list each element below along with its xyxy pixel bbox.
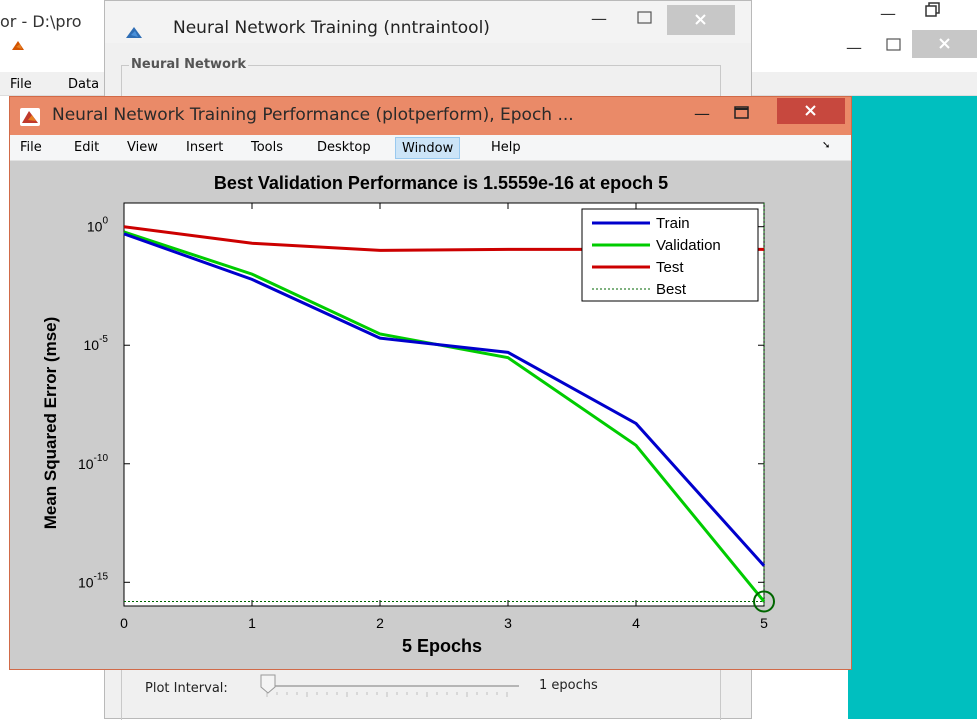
chart-legend: Train Validation Test Best xyxy=(581,208,759,302)
chart-title: Best Validation Performance is 1.5559e-1… xyxy=(214,173,668,193)
y-tick-label: 10-15 xyxy=(78,571,108,590)
x-tick-label: 2 xyxy=(376,615,384,631)
bg-menu-data[interactable]: Data xyxy=(68,77,99,92)
legend-label: Best xyxy=(656,281,687,298)
minimize-icon[interactable]: — xyxy=(694,104,716,128)
matlab-icon xyxy=(125,25,143,41)
bg-minimize-icon[interactable]: — xyxy=(880,4,896,23)
figure-menubar: File Edit View Insert Tools Desktop Wind… xyxy=(10,135,851,161)
menu-insert[interactable]: Insert xyxy=(180,137,229,159)
x-axis-label: 5 Epochs xyxy=(402,636,482,656)
maximize-icon[interactable] xyxy=(734,104,756,128)
bg2-minimize-icon[interactable]: — xyxy=(846,38,862,57)
dock-arrow-icon[interactable]: ➘ xyxy=(822,140,830,151)
maximize-icon[interactable] xyxy=(637,9,659,29)
y-tick-label: 10-10 xyxy=(78,453,108,472)
performance-plot-window: Neural Network Training Performance (plo… xyxy=(9,96,852,670)
y-tick-label: 10-5 xyxy=(84,334,109,353)
bg-restore-icon[interactable] xyxy=(924,2,940,22)
plot-interval-value: 1 epochs xyxy=(539,678,598,693)
neural-network-group-label: Neural Network xyxy=(129,57,249,72)
performance-chart: Best Validation Performance is 1.5559e-1… xyxy=(41,173,775,656)
matlab-figure-icon xyxy=(20,108,40,126)
bg-menu-file[interactable]: File xyxy=(10,77,32,92)
x-tick-label: 0 xyxy=(120,615,128,631)
legend-label: Train xyxy=(656,215,690,232)
bg2-close-button[interactable] xyxy=(912,30,977,58)
matlab-icon xyxy=(10,38,26,54)
close-button[interactable] xyxy=(777,98,845,124)
x-tick-label: 1 xyxy=(248,615,256,631)
desktop-background xyxy=(848,96,977,719)
y-axis-label: Mean Squared Error (mse) xyxy=(41,317,60,530)
menu-edit[interactable]: Edit xyxy=(68,137,105,159)
menu-window[interactable]: Window xyxy=(395,137,461,159)
background-window-title: or - D:\pro xyxy=(0,12,82,31)
x-tick-label: 5 xyxy=(760,615,768,631)
x-tick-label: 4 xyxy=(632,615,640,631)
bg2-maximize-icon[interactable] xyxy=(886,36,902,56)
legend-label: Validation xyxy=(656,237,721,254)
legend-label: Test xyxy=(656,259,684,276)
menu-desktop[interactable]: Desktop xyxy=(311,137,377,159)
performance-window-title: Neural Network Training Performance (plo… xyxy=(52,105,574,125)
plot-interval-label: Plot Interval: xyxy=(145,681,228,696)
plot-interval-slider[interactable] xyxy=(257,672,523,702)
x-tick-label: 3 xyxy=(504,615,512,631)
close-button[interactable] xyxy=(667,5,735,35)
menu-view[interactable]: View xyxy=(121,137,164,159)
nntraintool-title: Neural Network Training (nntraintool) xyxy=(173,18,490,38)
menu-file[interactable]: File xyxy=(14,137,48,159)
y-tick-label: 100 xyxy=(87,216,109,235)
menu-help[interactable]: Help xyxy=(485,137,527,159)
figure-area: Best Validation Performance is 1.5559e-1… xyxy=(10,161,851,669)
minimize-icon[interactable]: — xyxy=(591,9,613,29)
menu-tools[interactable]: Tools xyxy=(245,137,289,159)
